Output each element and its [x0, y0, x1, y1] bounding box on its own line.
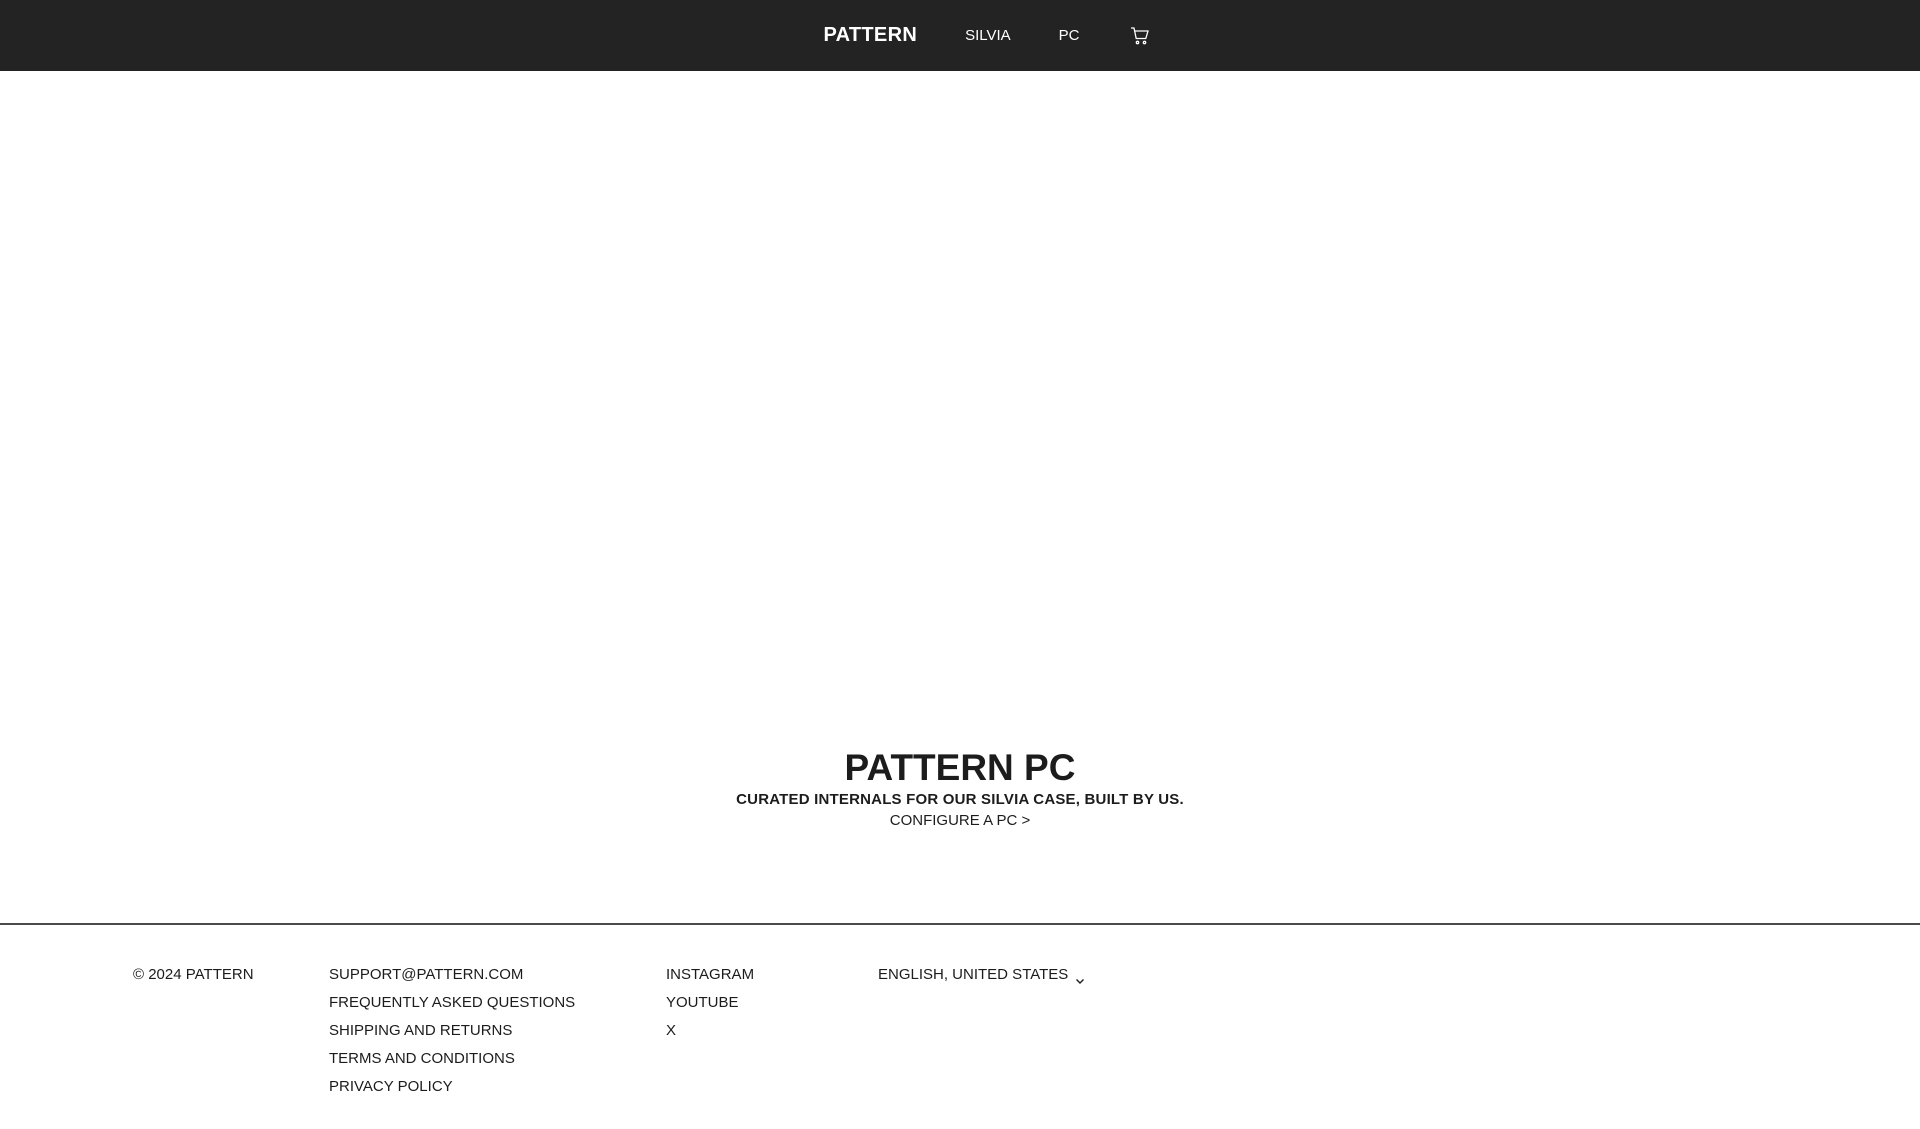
- main-nav: PATTERN SILVIA PC: [768, 0, 1151, 71]
- x-link[interactable]: X: [666, 1017, 754, 1045]
- hero-text-block: PATTERN PC CURATED INTERNALS FOR OUR SIL…: [0, 748, 1920, 831]
- nav-link-silvia[interactable]: SILVIA: [965, 27, 1011, 44]
- site-footer: © 2024 PATTERN SUPPORT@PATTERN.COM FREQU…: [0, 925, 1920, 1129]
- shipping-returns-link[interactable]: SHIPPING AND RETURNS: [329, 1017, 575, 1045]
- configure-pc-link[interactable]: CONFIGURE A PC >: [890, 811, 1030, 831]
- terms-link[interactable]: TERMS AND CONDITIONS: [329, 1045, 575, 1073]
- brand-logo-link[interactable]: PATTERN: [823, 24, 917, 47]
- copyright-text: © 2024 PATTERN: [133, 966, 254, 983]
- youtube-link[interactable]: YOUTUBE: [666, 989, 754, 1017]
- language-selected-label: ENGLISH, UNITED STATES: [878, 966, 1069, 983]
- support-email-link[interactable]: SUPPORT@PATTERN.COM: [329, 961, 575, 989]
- cart-icon[interactable]: [1128, 24, 1152, 48]
- hero-title: PATTERN PC: [844, 747, 1076, 788]
- nav-link-pc[interactable]: PC: [1059, 27, 1080, 44]
- hero-subtitle: CURATED INTERNALS FOR OUR SILVIA CASE, B…: [736, 791, 1184, 808]
- instagram-link[interactable]: INSTAGRAM: [666, 961, 754, 989]
- language-selector[interactable]: ENGLISH, UNITED STATES: [878, 961, 1086, 989]
- footer-social-column: INSTAGRAM YOUTUBE X: [666, 961, 754, 1045]
- footer-help-column: SUPPORT@PATTERN.COM FREQUENTLY ASKED QUE…: [329, 961, 575, 1101]
- footer-language-column: ENGLISH, UNITED STATES: [878, 961, 1086, 989]
- chevron-down-icon: [1074, 969, 1086, 984]
- faq-link[interactable]: FREQUENTLY ASKED QUESTIONS: [329, 989, 575, 1017]
- top-navbar: PATTERN SILVIA PC: [0, 0, 1920, 71]
- privacy-policy-link[interactable]: PRIVACY POLICY: [329, 1073, 575, 1101]
- footer-copyright-column: © 2024 PATTERN: [133, 961, 254, 989]
